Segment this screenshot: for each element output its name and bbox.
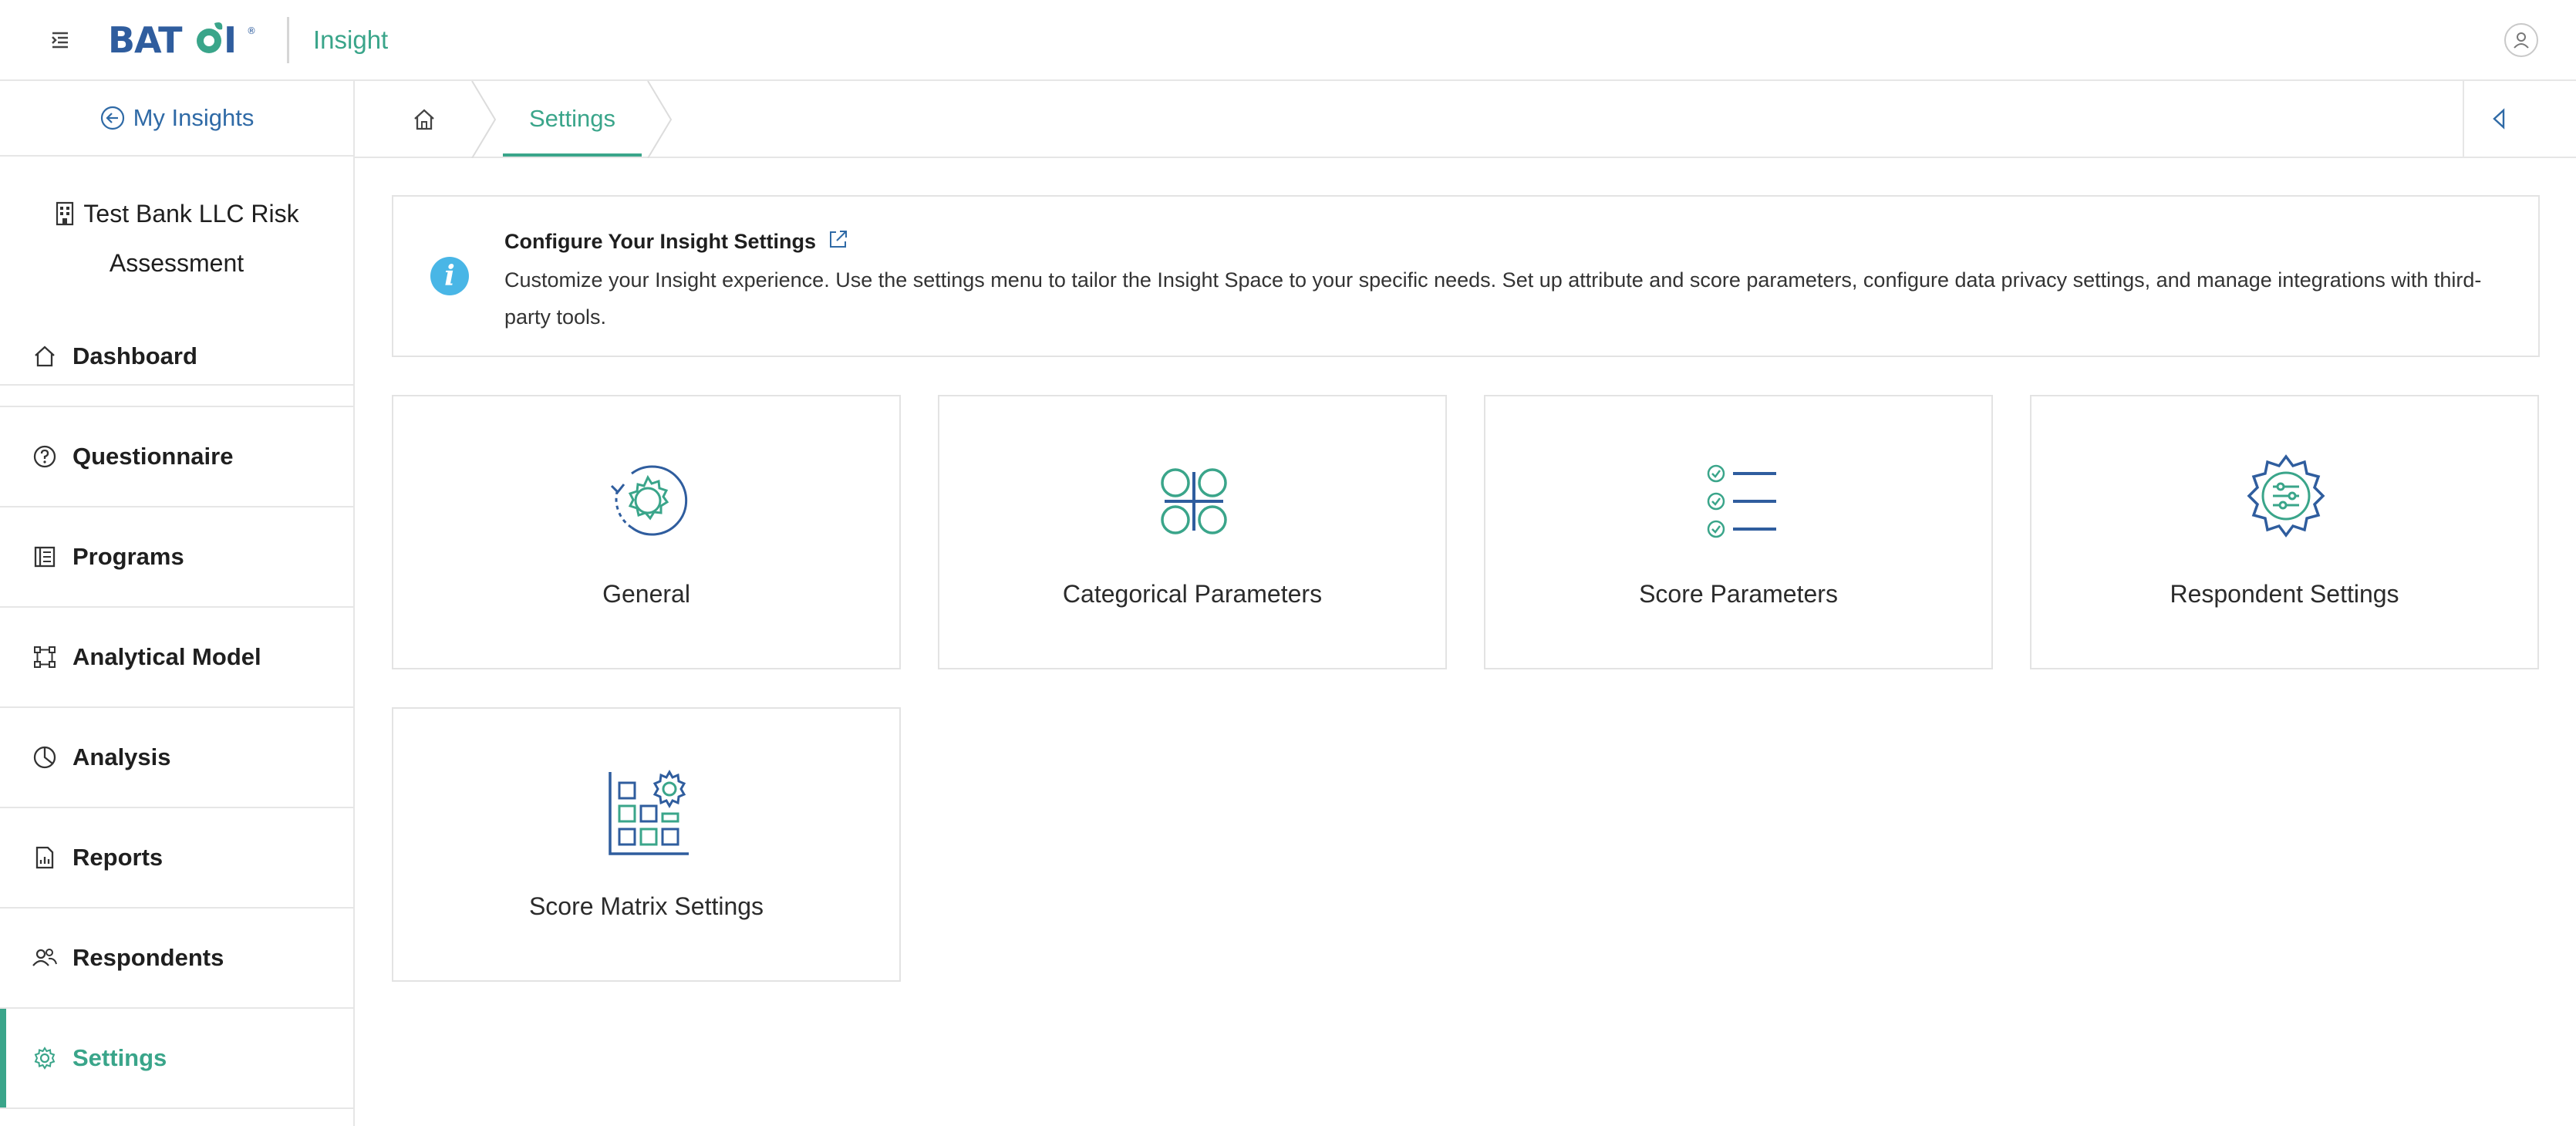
sidebar-item-analysis[interactable]: Analysis — [0, 708, 353, 808]
info-title-text: Configure Your Insight Settings — [504, 230, 816, 253]
menu-toggle-icon[interactable] — [46, 26, 74, 54]
settings-card-general[interactable]: General — [392, 395, 901, 669]
matrix-gear-icon — [594, 763, 702, 863]
svg-text:BAT: BAT — [108, 19, 183, 59]
card-label: Score Matrix Settings — [528, 892, 764, 920]
gear-refresh-icon — [594, 450, 702, 551]
brand-logo[interactable]: BAT I ® — [108, 19, 262, 59]
svg-text:I: I — [224, 19, 237, 59]
info-banner: i Configure Your Insight Settings Custom… — [392, 195, 2540, 357]
question-circle-icon — [31, 443, 59, 470]
gear-sliders-icon — [2232, 450, 2340, 551]
settings-card-categorical-parameters[interactable]: Categorical Parameters — [938, 395, 1447, 669]
gear-icon — [31, 1044, 59, 1072]
sidebar-item-label: Questionnaire — [72, 443, 234, 470]
info-description: Customize your Insight experience. Use t… — [504, 268, 2482, 329]
sidebar-item-settings[interactable]: Settings — [0, 1009, 353, 1109]
info-title: Configure Your Insight Settings — [504, 228, 850, 256]
card-label: General — [602, 580, 690, 608]
sidebar-item-label: Analytical Model — [72, 643, 261, 670]
top-header: BAT I ® Insight — [0, 0, 2576, 81]
card-label: Categorical Parameters — [1062, 580, 1323, 608]
sidebar-item-label: Settings — [72, 1044, 167, 1071]
workspace-name-line2: Assessment — [109, 249, 244, 277]
sidebar-item-label: Reports — [72, 844, 164, 871]
users-icon — [31, 944, 59, 972]
caret-left-icon — [2493, 108, 2505, 130]
sidebar-item-questionnaire[interactable]: Questionnaire — [0, 407, 353, 507]
sidebar: My Insights Test Bank LLC Risk Assessmen… — [0, 81, 355, 1126]
back-circle-icon — [100, 106, 124, 130]
breadcrumb-current-label: Settings — [528, 105, 615, 132]
app-name: Insight — [313, 25, 389, 54]
external-link-icon[interactable] — [827, 228, 850, 256]
categories-icon — [1140, 450, 1248, 551]
card-label: Score Parameters — [1639, 580, 1838, 608]
sidebar-item-label: Analysis — [72, 743, 171, 770]
nodes-icon — [31, 643, 59, 671]
brand-divider — [287, 17, 289, 63]
building-icon — [56, 201, 74, 226]
sidebar-item-label: Respondents — [72, 944, 224, 971]
sidebar-item-programs[interactable]: Programs — [0, 507, 353, 608]
breadcrumb: Settings — [355, 81, 2576, 158]
workspace-name-line1: Test Bank LLC Risk — [83, 200, 299, 228]
card-label: Respondent Settings — [2170, 580, 2399, 608]
sidebar-item-label: Programs — [72, 543, 184, 570]
sidebar-item-dashboard[interactable]: Dashboard — [0, 307, 353, 407]
sidebar-item-label: Dashboard — [72, 342, 197, 369]
sidebar-item-analytical-model[interactable]: Analytical Model — [0, 608, 353, 708]
home-icon — [31, 342, 59, 370]
my-insights-label: My Insights — [133, 104, 255, 131]
list-book-icon — [31, 543, 59, 571]
breadcrumb-separator-icon — [647, 81, 673, 158]
report-icon — [31, 844, 59, 871]
info-icon: i — [430, 257, 469, 295]
breadcrumb-settings-tab[interactable]: Settings — [503, 81, 642, 157]
checklist-icon — [1686, 450, 1794, 551]
settings-card-score-parameters[interactable]: Score Parameters — [1484, 395, 1993, 669]
user-avatar-icon[interactable] — [2504, 23, 2538, 57]
breadcrumb-separator-icon — [471, 81, 497, 158]
collapse-panel-button[interactable] — [2463, 81, 2534, 157]
breadcrumb-home-icon[interactable] — [409, 104, 440, 135]
svg-text:®: ® — [247, 25, 256, 36]
my-insights-link[interactable]: My Insights — [0, 81, 353, 157]
sidebar-item-respondents[interactable]: Respondents — [0, 909, 353, 1009]
pie-chart-icon — [31, 743, 59, 771]
sidebar-item-reports[interactable]: Reports — [0, 808, 353, 909]
settings-card-score-matrix-settings[interactable]: Score Matrix Settings — [392, 707, 901, 982]
sidebar-nav: Dashboard Questionnaire Programs Analyti… — [0, 307, 353, 1109]
settings-card-respondent-settings[interactable]: Respondent Settings — [2030, 395, 2539, 669]
